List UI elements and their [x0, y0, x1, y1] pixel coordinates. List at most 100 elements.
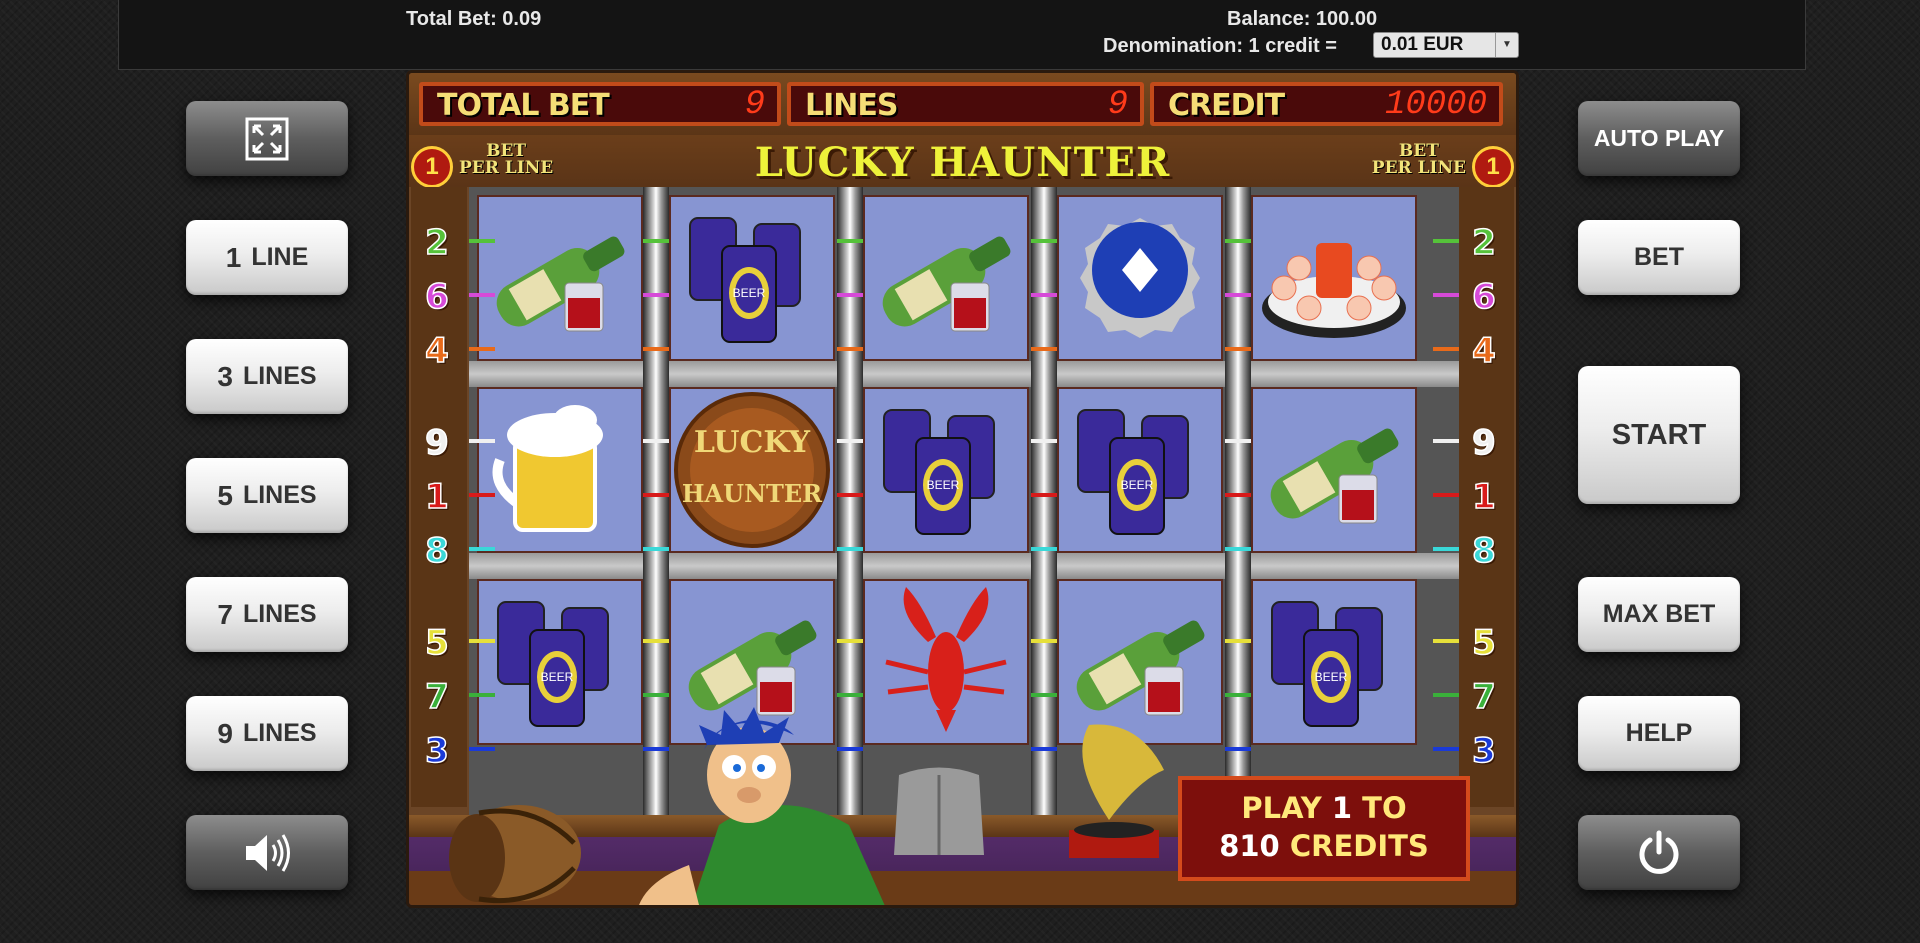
payline-marker-8: [1031, 547, 1057, 551]
beer-cans-icon: BEER: [497, 601, 609, 727]
lines-value: 9: [1107, 86, 1128, 124]
start-button[interactable]: START: [1578, 366, 1740, 504]
bet-per-line-right-label: BET PER LINE: [1372, 143, 1466, 177]
payline-marker-9: [1433, 439, 1459, 443]
1-line-button[interactable]: 1 LINE: [186, 220, 348, 295]
total-bet-value: 9: [744, 86, 765, 124]
line-label: LINES: [242, 600, 317, 628]
symbol-beer-mug: [477, 387, 643, 553]
symbol-shrimp-plate: [1251, 195, 1417, 361]
payline-marker-4: [1433, 347, 1459, 351]
payline-marker-6: [643, 293, 669, 297]
reel-divider: [469, 553, 1459, 579]
payline-marker-7: [1225, 693, 1251, 697]
payline-marker-5: [1031, 639, 1057, 643]
denomination-value: 0.01 EUR: [1381, 34, 1464, 55]
game-title: LUCKY HAUNTER: [754, 139, 1171, 186]
svg-text:BEER: BEER: [927, 478, 960, 492]
symbol-wine-bottle: [1251, 387, 1417, 553]
wine-bottle-icon: [496, 236, 625, 332]
3-lines-button[interactable]: 3 LINES: [186, 339, 348, 414]
payline-marker-4: [643, 347, 669, 351]
promo-credits: CREDITS: [1279, 829, 1429, 863]
payline-number-left-4: 4: [424, 330, 449, 372]
payline-marker-4: [469, 347, 495, 351]
help-button[interactable]: HELP: [1578, 696, 1740, 771]
left-line-numbers: 2 6 4 9 1 8 5 7 3: [411, 187, 467, 807]
denomination-select[interactable]: 0.01 EUR ▼: [1373, 32, 1519, 58]
auto-play-button[interactable]: AUTO PLAY: [1578, 101, 1740, 176]
line-count: 7: [217, 598, 233, 630]
payline-number-left-5: 5: [424, 622, 449, 664]
fullscreen-button[interactable]: [186, 101, 348, 176]
drunk-character-icon: [639, 707, 885, 905]
payline-marker-8: [837, 547, 863, 551]
payline-marker-7: [837, 693, 863, 697]
promo-line-1: PLAY 1 TO: [1182, 789, 1466, 827]
payline-number-right-4: 4: [1471, 330, 1496, 372]
credit-value: 10000: [1384, 86, 1487, 124]
payline-marker-9: [1225, 439, 1251, 443]
line-count: 9: [217, 717, 233, 749]
wine-bottle-icon: [1076, 620, 1205, 716]
max-bet-button[interactable]: MAX BET: [1578, 577, 1740, 652]
payline-marker-7: [1433, 693, 1459, 697]
line-label: LINES: [242, 481, 317, 509]
payline-number-right-6: 6: [1471, 276, 1496, 318]
payline-marker-3: [1433, 747, 1459, 751]
reel-separator: [1225, 187, 1251, 815]
payline-marker-1: [1031, 493, 1057, 497]
payline-marker-9: [469, 439, 495, 443]
payline-marker-3: [469, 747, 495, 751]
per-line-label: PER LINE: [1371, 158, 1466, 178]
payline-marker-6: [1031, 293, 1057, 297]
payline-marker-5: [1433, 639, 1459, 643]
payline-number-right-2: 2: [1471, 222, 1496, 264]
bet-per-line-right: 1: [1472, 146, 1514, 188]
symbol-wine-bottle: [863, 195, 1029, 361]
beer-cans-icon: BEER: [1271, 601, 1383, 727]
payline-number-left-2: 2: [424, 222, 449, 264]
bet-button[interactable]: BET: [1578, 220, 1740, 295]
speaker-icon: [246, 833, 290, 872]
symbol-beer-cans: BEER: [477, 579, 643, 745]
payline-marker-8: [1225, 547, 1251, 551]
promo-panel: PLAY 1 TO 810 CREDITS: [1178, 776, 1470, 881]
payline-marker-1: [1225, 493, 1251, 497]
sound-button[interactable]: [186, 815, 348, 890]
payline-marker-7: [469, 693, 495, 697]
line-label: LINES: [242, 719, 317, 747]
line-count: 5: [217, 479, 233, 511]
symbol-wine-bottle: [477, 195, 643, 361]
payline-number-left-7: 7: [424, 676, 449, 718]
payline-marker-6: [837, 293, 863, 297]
7-lines-button[interactable]: 7 LINES: [186, 577, 348, 652]
total-bet-display: TOTAL BET 9: [419, 82, 781, 126]
payline-marker-7: [1031, 693, 1057, 697]
payline-marker-8: [469, 547, 495, 551]
lines-display: LINES 9: [787, 82, 1144, 126]
payline-marker-3: [1225, 747, 1251, 751]
credit-display: CREDIT 10000: [1150, 82, 1503, 126]
promo-min-credit: 1: [1331, 791, 1353, 825]
lucky-haunter-logo-icon: LUCKY HAUNTER: [674, 392, 830, 548]
payline-marker-4: [1031, 347, 1057, 351]
9-lines-button[interactable]: 9 LINES: [186, 696, 348, 771]
bottle-cap-icon: [1080, 218, 1200, 338]
symbol-beer-cans: BEER: [1057, 387, 1223, 553]
beer-mug-icon: [492, 405, 603, 532]
payline-number-left-9: 9: [424, 422, 449, 464]
payline-marker-5: [1225, 639, 1251, 643]
svg-text:BEER: BEER: [541, 670, 574, 684]
symbol-bottle-cap: [1057, 195, 1223, 361]
symbol-beer-cans: BEER: [669, 195, 835, 361]
promo-max-credit: 810: [1219, 829, 1280, 863]
payline-number-left-1: 1: [424, 476, 449, 518]
5-lines-button[interactable]: 5 LINES: [186, 458, 348, 533]
payline-marker-4: [837, 347, 863, 351]
shrimp-plate-icon: [1262, 243, 1406, 338]
payline-number-left-3: 3: [424, 730, 449, 772]
payline-marker-1: [469, 493, 495, 497]
payline-number-right-7: 7: [1471, 676, 1496, 718]
power-button[interactable]: [1578, 815, 1740, 890]
